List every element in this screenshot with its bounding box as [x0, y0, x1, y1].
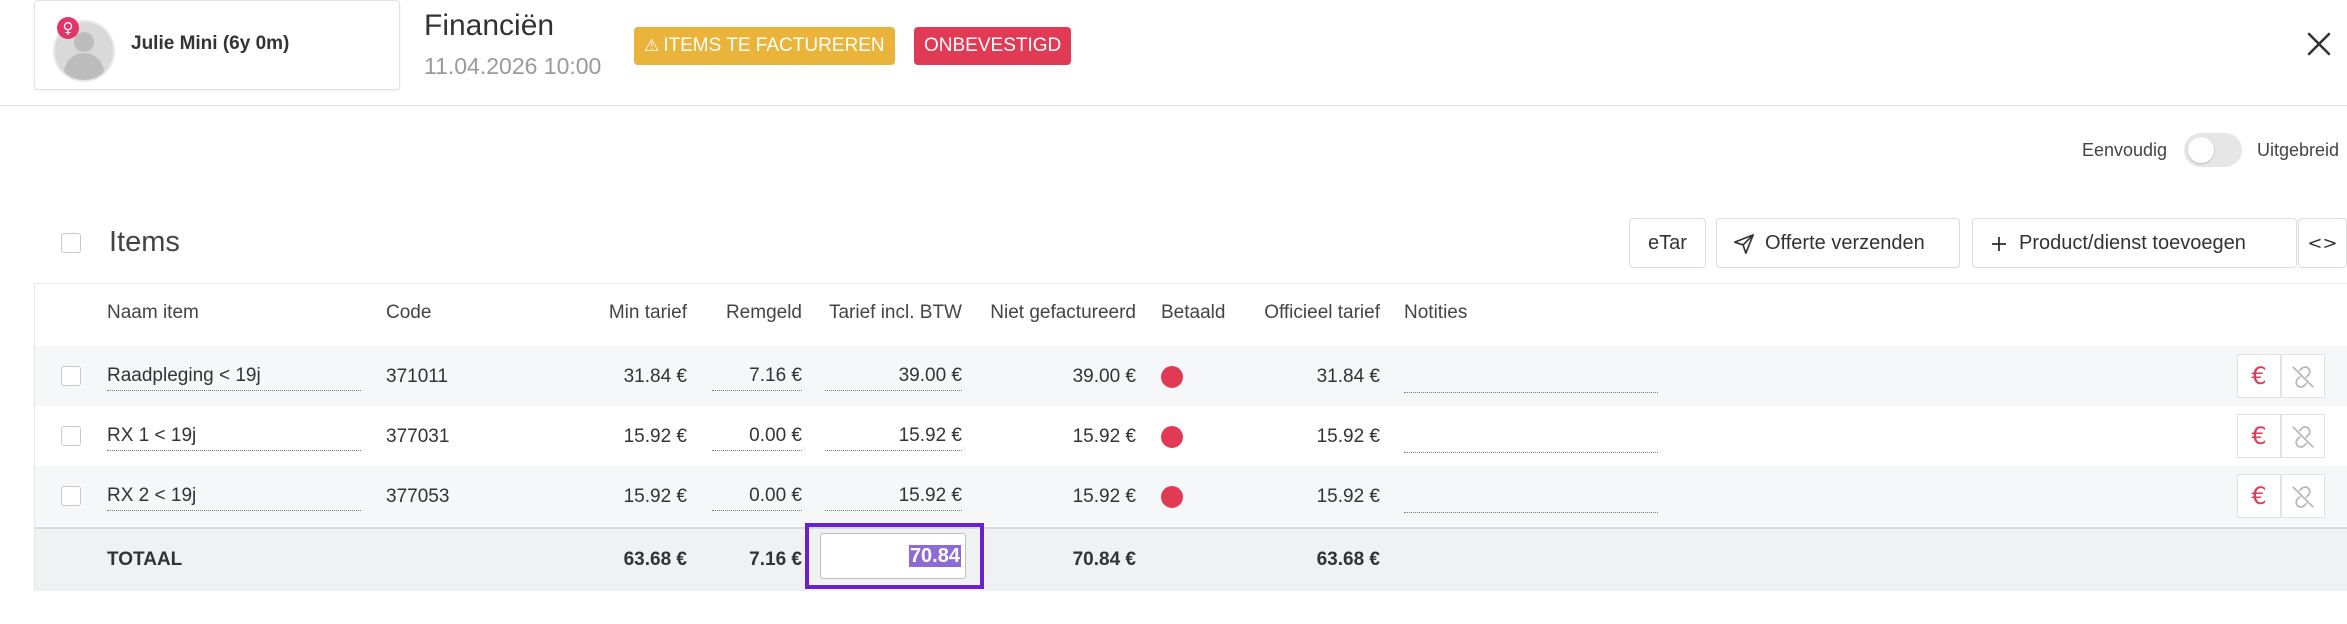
view-mode-toggle[interactable]: [2184, 133, 2242, 167]
euro-icon: €: [2251, 362, 2267, 390]
unlink-icon: [2292, 366, 2314, 388]
warning-icon: ⚠: [644, 36, 660, 56]
col-header-niet-gefactureerd: Niet gefactureerd: [990, 302, 1136, 323]
col-header-officieel: Officieel tarief: [1264, 302, 1380, 323]
header-bar: ♀ Julie Mini (6y 0m) Financiën 11.04.202…: [0, 0, 2347, 106]
item-remgeld-field[interactable]: 0.00 €: [712, 485, 802, 511]
item-officieel-tarief: 15.92 €: [1316, 426, 1380, 447]
unpaid-status-dot: [1161, 366, 1183, 388]
item-niet-gefactureerd: 15.92 €: [1072, 426, 1136, 447]
select-all-checkbox[interactable]: [61, 233, 81, 253]
invoice-item-button[interactable]: €: [2237, 414, 2281, 458]
patient-name: Julie Mini (6y 0m): [131, 33, 290, 54]
item-tarief-field[interactable]: 39.00 €: [825, 365, 962, 391]
col-header-tarief: Tarief incl. BTW: [828, 302, 962, 323]
unlink-item-button[interactable]: [2281, 414, 2325, 458]
col-header-name: Naam item: [107, 302, 199, 323]
table-row: [35, 466, 2347, 526]
item-name-field[interactable]: RX 2 < 19j: [107, 485, 361, 511]
add-product-label: Product/dienst toevoegen: [2019, 232, 2246, 254]
euro-icon: €: [2251, 482, 2267, 510]
unlink-icon: [2292, 426, 2314, 448]
item-officieel-tarief: 15.92 €: [1316, 486, 1380, 507]
unlink-item-button[interactable]: [2281, 474, 2325, 518]
col-header-code: Code: [386, 302, 432, 323]
unpaid-status-dot: [1161, 486, 1183, 508]
item-notes-field[interactable]: [1404, 429, 1658, 453]
table-row: [35, 346, 2347, 406]
item-niet-gefactureerd: 39.00 €: [1072, 366, 1136, 387]
plus-icon: [1992, 236, 2006, 251]
item-min-tarief: 15.92 €: [623, 486, 687, 507]
page-title: Financiën: [424, 9, 555, 42]
unlink-icon: [2292, 486, 2314, 508]
focus-highlight: [805, 523, 984, 589]
col-header-notities: Notities: [1404, 302, 1468, 323]
page-datetime: 11.04.2026 10:00: [424, 53, 602, 79]
item-tarief-field[interactable]: 15.92 €: [825, 485, 962, 511]
total-niet-gefactureerd: 70.84 €: [1072, 549, 1136, 570]
item-min-tarief: 15.92 €: [623, 426, 687, 447]
patient-card[interactable]: ♀ Julie Mini (6y 0m): [34, 0, 400, 90]
item-notes-field[interactable]: [1404, 369, 1658, 393]
send-quote-button[interactable]: Offerte verzenden: [1716, 218, 1960, 268]
unlink-item-button[interactable]: [2281, 354, 2325, 398]
status-badge-unconfirmed: ONBEVESTIGD: [914, 27, 1072, 65]
item-niet-gefactureerd: 15.92 €: [1072, 486, 1136, 507]
total-remgeld: 7.16 €: [749, 549, 802, 570]
col-header-betaald: Betaald: [1161, 302, 1226, 323]
euro-icon: €: [2251, 422, 2267, 450]
unpaid-status-dot: [1161, 426, 1183, 448]
avatar-body: [64, 53, 104, 80]
status-badge-items-to-invoice: ⚠ ITEMS TE FACTUREREN: [634, 27, 895, 65]
code-icon: <>: [2307, 233, 2338, 254]
item-officieel-tarief: 31.84 €: [1316, 366, 1380, 387]
total-min-tarief: 63.68 €: [623, 549, 687, 570]
row-checkbox[interactable]: [61, 366, 81, 386]
invoice-item-button[interactable]: €: [2237, 474, 2281, 518]
item-code: 377031: [386, 426, 450, 447]
item-tarief-field[interactable]: 15.92 €: [825, 425, 962, 451]
total-officieel-tarief: 63.68 €: [1316, 549, 1380, 570]
row-checkbox[interactable]: [61, 426, 81, 446]
code-toggle-button[interactable]: <>: [2298, 218, 2347, 268]
toggle-label-simple: Eenvoudig: [2082, 140, 2168, 160]
item-notes-field[interactable]: [1404, 489, 1658, 513]
table-row: [35, 406, 2347, 466]
badge-label: ITEMS TE FACTUREREN: [663, 35, 885, 56]
add-product-button[interactable]: Product/dienst toevoegen: [1972, 218, 2297, 268]
close-icon: [2307, 32, 2331, 56]
total-label: TOTAAL: [107, 549, 183, 570]
avatar-head: [74, 32, 94, 52]
female-icon: ♀: [57, 17, 79, 39]
toggle-knob: [2188, 137, 2214, 163]
row-checkbox[interactable]: [61, 486, 81, 506]
item-remgeld-field[interactable]: 7.16 €: [712, 365, 802, 391]
col-header-remgeld: Remgeld: [725, 302, 802, 323]
item-name-field[interactable]: Raadpleging < 19j: [107, 365, 361, 391]
badge-label: ONBEVESTIGD: [924, 35, 1062, 56]
send-icon: [1734, 233, 1754, 254]
items-section-title: Items: [109, 226, 180, 258]
total-row: [35, 527, 2347, 591]
etar-button[interactable]: eTar: [1629, 218, 1706, 268]
close-button[interactable]: [2302, 27, 2336, 61]
send-quote-label: Offerte verzenden: [1765, 232, 1925, 254]
item-remgeld-field[interactable]: 0.00 €: [712, 425, 802, 451]
invoice-item-button[interactable]: €: [2237, 354, 2281, 398]
etar-button-label: eTar: [1648, 232, 1687, 254]
toggle-label-extended: Uitgebreid: [2257, 140, 2340, 160]
item-min-tarief: 31.84 €: [623, 366, 687, 387]
item-name-field[interactable]: RX 1 < 19j: [107, 425, 361, 451]
item-code: 371011: [386, 366, 448, 387]
item-code: 377053: [386, 486, 450, 507]
col-header-min-tarief: Min tarief: [608, 302, 687, 323]
